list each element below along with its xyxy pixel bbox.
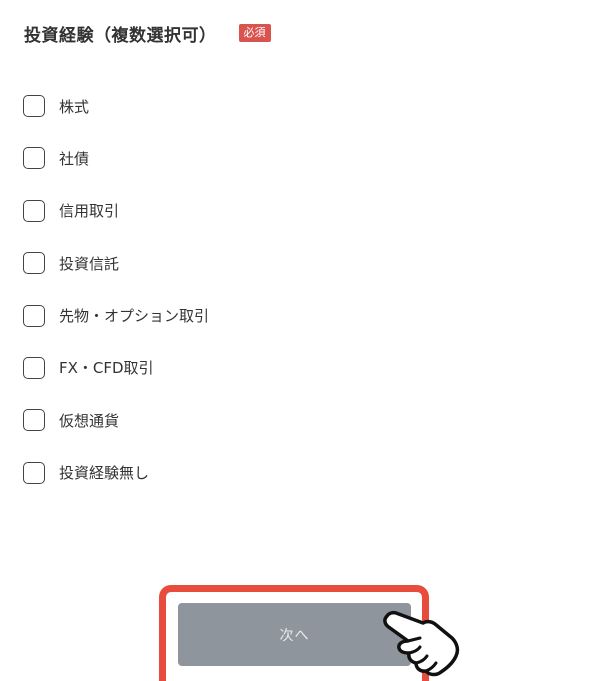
pointing-hand-icon — [383, 610, 460, 677]
checkbox[interactable] — [23, 252, 45, 275]
checkbox[interactable] — [23, 409, 45, 432]
option-label: 投資信託 — [59, 254, 120, 273]
investment-experience-options: 株式 社債 信用取引 投資信託 先物・オプション取引 FX・CFD取引 仮想通貨… — [23, 93, 423, 512]
option-margin-trading[interactable]: 信用取引 — [23, 198, 423, 224]
next-button[interactable]: 次へ — [178, 603, 411, 666]
option-label: FX・CFD取引 — [59, 359, 154, 378]
checkbox[interactable] — [23, 199, 45, 222]
checkbox[interactable] — [23, 461, 45, 484]
option-no-experience[interactable]: 投資経験無し — [23, 460, 423, 486]
option-investment-trust[interactable]: 投資信託 — [23, 250, 423, 276]
checkbox[interactable] — [23, 304, 45, 327]
option-label: 投資経験無し — [59, 464, 150, 483]
question-header: 投資経験（複数選択可） 必須 — [24, 19, 271, 47]
next-button-label: 次へ — [279, 626, 310, 643]
option-bonds[interactable]: 社債 — [23, 145, 423, 171]
checkbox[interactable] — [23, 147, 45, 170]
option-futures-options[interactable]: 先物・オプション取引 — [23, 303, 423, 329]
question-title: 投資経験（複数選択可） — [24, 25, 217, 46]
checkbox[interactable] — [23, 356, 45, 379]
option-label: 信用取引 — [59, 202, 120, 221]
option-crypto[interactable]: 仮想通貨 — [23, 407, 423, 433]
option-label: 社債 — [59, 149, 90, 168]
checkbox[interactable] — [23, 95, 45, 117]
option-stocks[interactable]: 株式 — [23, 93, 423, 119]
required-badge: 必須 — [238, 24, 271, 42]
option-label: 株式 — [59, 97, 90, 116]
option-label: 先物・オプション取引 — [59, 307, 210, 326]
option-label: 仮想通貨 — [59, 411, 120, 430]
option-fx-cfd[interactable]: FX・CFD取引 — [23, 355, 423, 381]
